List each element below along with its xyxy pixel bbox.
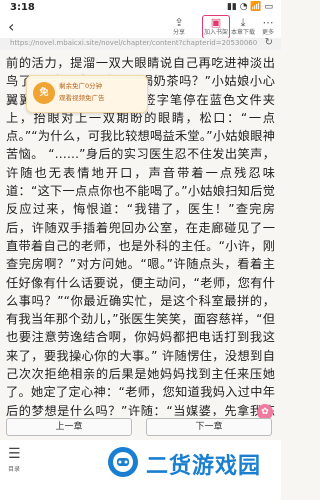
share-label: 分享 <box>172 29 185 36</box>
more-label: 更多 <box>261 29 274 36</box>
ad-free-video-text: 观看视频免广告 <box>59 94 105 102</box>
contents-label[interactable]: 目录 <box>8 464 20 473</box>
more-button[interactable]: ⋯ 更多 <box>255 16 281 38</box>
add-to-bookshelf-button[interactable]: ▣ 加入书架 <box>202 15 230 39</box>
prev-chapter-button[interactable]: 上一章 <box>6 418 132 436</box>
back-arrow-icon[interactable]: ‹ <box>8 17 14 36</box>
status-bar: 3:18 ▮▮ ◔ 📶 ▭ <box>0 0 281 16</box>
status-time: 3:18 <box>10 2 35 13</box>
ad-free-toast[interactable]: 免 剩余免广0分钟 观看视频免广告 <box>26 75 148 113</box>
chapter-download-button[interactable]: ⤓ 本章下载 <box>230 16 256 38</box>
reload-icon[interactable]: ↻ <box>265 37 273 48</box>
url-bar: https://novel.mbaicxi.site/novel/chapter… <box>0 37 281 50</box>
bottom-bar: ☰ 目录 二货游戏园 <box>0 440 281 500</box>
share-button[interactable]: ⇪ 分享 <box>166 16 192 38</box>
ad-free-remaining-text: 剩余免广0分钟 <box>59 82 103 90</box>
more-icon: ⋯ <box>262 16 274 29</box>
watermark-brand: 二货游戏园 <box>146 454 262 479</box>
hamburger-menu-icon[interactable]: ☰ <box>8 446 21 462</box>
status-system-icons: ▮▮ ◔ 📶 ▭ <box>226 2 273 12</box>
chapter-download-label: 本章下载 <box>230 29 255 36</box>
add-to-bookshelf-label: 加入书架 <box>203 29 228 36</box>
page-url: https://novel.mbaicxi.site/novel/chapter… <box>10 39 258 47</box>
ad-free-badge: 免 <box>33 82 55 104</box>
reader-toolbar: ‹ ⇪ 分享 ▣ 加入书架 ⤓ 本章下载 ⋯ 更多 <box>0 15 281 39</box>
download-icon: ⤓ <box>240 16 246 29</box>
brand-logo-icon <box>108 447 138 477</box>
bookshelf-icon: ▣ <box>210 16 222 29</box>
next-chapter-button[interactable]: 下一章 <box>146 418 272 436</box>
chapter-nav: 上一章 下一章 <box>0 416 281 438</box>
share-icon: ⇪ <box>174 16 184 29</box>
